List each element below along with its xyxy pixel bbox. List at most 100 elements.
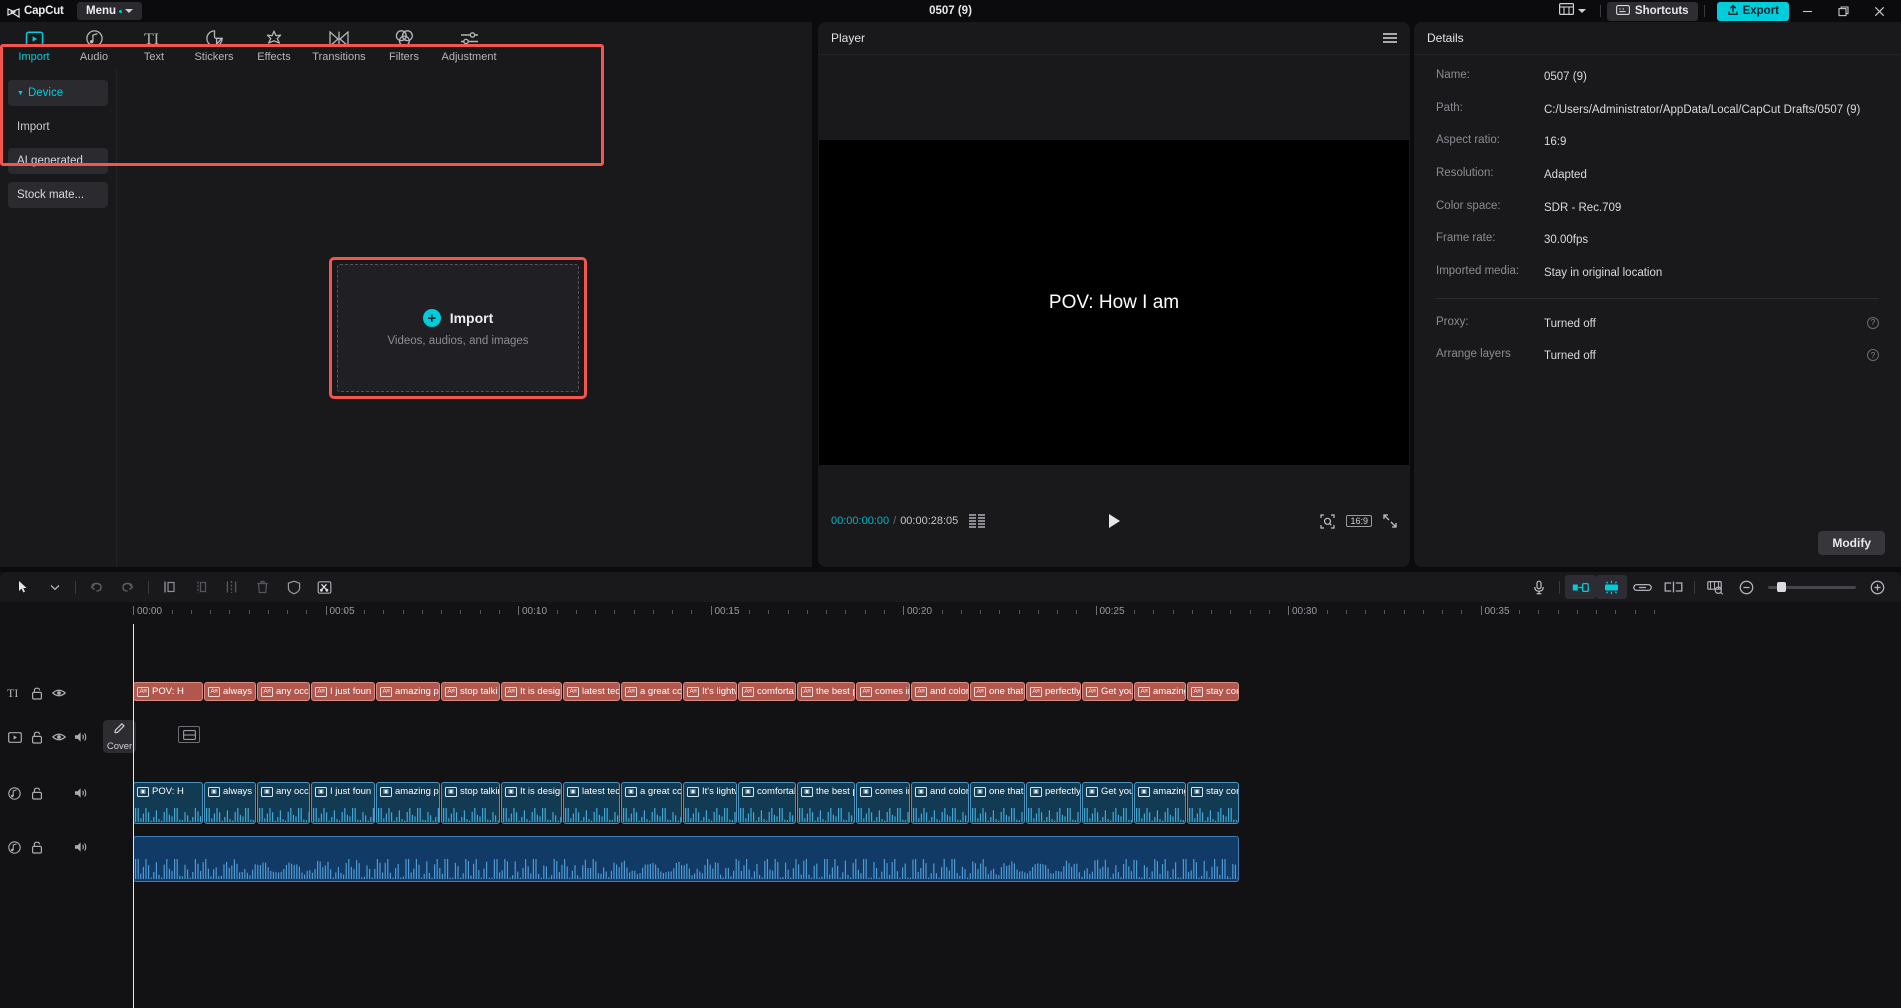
video-clip[interactable]: ▣one that I <box>970 782 1025 824</box>
ruler-minor-tick <box>1076 610 1077 614</box>
volume-icon[interactable] <box>72 839 89 856</box>
sidebar-item-stock-mate[interactable]: Stock mate... <box>8 182 108 208</box>
text-clip[interactable]: A≡and color <box>911 682 969 701</box>
eye-icon[interactable] <box>50 729 67 746</box>
volume-icon[interactable] <box>72 785 89 802</box>
modify-button[interactable]: Modify <box>1818 531 1885 555</box>
text-clip[interactable]: A≡POV: H <box>133 682 203 701</box>
text-clip[interactable]: A≡one that <box>970 682 1025 701</box>
text-clip[interactable]: A≡a great co <box>621 682 682 701</box>
microphone-icon[interactable] <box>1523 575 1554 599</box>
text-clip[interactable]: A≡stay com <box>1187 682 1239 701</box>
import-dropzone[interactable]: + Import Videos, audios, and images <box>337 264 579 392</box>
hamburger-icon[interactable] <box>1383 33 1397 43</box>
tab-adjustment[interactable]: Adjustment <box>434 23 504 69</box>
delete-icon[interactable] <box>247 575 278 599</box>
text-clip[interactable]: A≡comes in <box>856 682 910 701</box>
menu-button[interactable]: Menu <box>77 2 142 20</box>
tab-import[interactable]: Import <box>4 23 64 69</box>
video-canvas[interactable]: POV: How I am <box>819 140 1409 465</box>
text-clip[interactable]: A≡the best p <box>797 682 855 701</box>
detach-audio-icon[interactable] <box>309 575 340 599</box>
export-button[interactable]: Export <box>1717 2 1789 21</box>
text-clip[interactable]: A≡amazing <box>1134 682 1186 701</box>
tab-stickers[interactable]: Stickers <box>184 23 244 69</box>
playhead[interactable] <box>133 624 134 1008</box>
tab-filters[interactable]: Filters <box>374 23 434 69</box>
volume-icon[interactable] <box>72 729 89 746</box>
video-clip[interactable]: ▣comfortal <box>738 782 796 824</box>
help-icon[interactable]: ? <box>1867 317 1879 329</box>
layout-switch-button[interactable] <box>1551 2 1594 20</box>
tab-audio[interactable]: Audio <box>64 23 124 69</box>
text-clip[interactable]: A≡any occ <box>257 682 310 701</box>
video-clip[interactable]: ▣a great co <box>621 782 682 824</box>
tab-transitions[interactable]: Transitions <box>304 23 374 69</box>
text-clip[interactable]: A≡stop talki <box>441 682 500 701</box>
cover-button[interactable]: Cover <box>103 720 136 753</box>
sidebar-item-ai-generated[interactable]: AI generated <box>8 148 108 174</box>
lock-icon[interactable] <box>28 785 45 802</box>
trim-left-icon[interactable] <box>154 575 185 599</box>
split-icon[interactable] <box>216 575 247 599</box>
video-clip[interactable]: ▣and color <box>911 782 969 824</box>
video-clip[interactable]: ▣always <box>204 782 256 824</box>
sidebar-item-import[interactable]: Import <box>8 114 108 140</box>
video-clip[interactable]: ▣stop talkin <box>441 782 500 824</box>
video-clip[interactable]: ▣It's lightw <box>683 782 737 824</box>
eye-icon[interactable] <box>50 685 67 702</box>
undo-icon[interactable] <box>81 575 112 599</box>
preview-render-icon[interactable] <box>1700 575 1731 599</box>
zoom-in-icon[interactable] <box>1862 575 1893 599</box>
tab-effects[interactable]: Effects <box>244 23 304 69</box>
zoom-slider-handle[interactable] <box>1777 582 1786 592</box>
text-clip[interactable]: A≡latest tec <box>563 682 620 701</box>
minimize-button[interactable] <box>1789 0 1825 22</box>
close-button[interactable] <box>1861 0 1897 22</box>
video-clip[interactable]: ▣Get you <box>1082 782 1133 824</box>
lock-icon[interactable] <box>28 729 45 746</box>
timeline-ruler[interactable]: 00:0000:0500:1000:1500:2000:2500:3000:35 <box>0 602 1901 624</box>
text-clip[interactable]: A≡always <box>204 682 256 701</box>
split-marker-icon[interactable] <box>1658 575 1689 599</box>
snap-clip-icon[interactable] <box>1565 575 1596 599</box>
text-clip[interactable]: A≡Get you <box>1082 682 1133 701</box>
help-icon[interactable]: ? <box>1867 349 1879 361</box>
shortcuts-button[interactable]: Shortcuts <box>1607 2 1698 21</box>
select-tool-icon[interactable] <box>8 575 39 599</box>
video-clip[interactable]: ▣any occ <box>257 782 310 824</box>
tab-text[interactable]: TIText <box>124 23 184 69</box>
video-clip[interactable]: ▣It is design <box>501 782 562 824</box>
text-clip[interactable]: A≡comforta <box>738 682 796 701</box>
mask-icon[interactable] <box>278 575 309 599</box>
video-clip[interactable]: ▣the best p <box>797 782 855 824</box>
lock-icon[interactable] <box>28 685 45 702</box>
text-clip[interactable]: A≡It is desig <box>501 682 562 701</box>
video-clip[interactable]: ▣stay com <box>1187 782 1239 824</box>
audio-clip[interactable] <box>133 836 1239 882</box>
video-clip[interactable]: ▣perfectly. <box>1026 782 1081 824</box>
redo-icon[interactable] <box>112 575 143 599</box>
text-clip[interactable]: A≡amazing p <box>376 682 440 701</box>
text-clip[interactable]: A≡perfectly. <box>1026 682 1081 701</box>
video-clip[interactable]: ▣I just foun <box>311 782 375 824</box>
video-clip[interactable]: ▣POV: H <box>133 782 203 824</box>
video-clip[interactable]: ▣amazing <box>1134 782 1186 824</box>
video-clip[interactable]: ▣latest tech <box>563 782 620 824</box>
tool-dropdown-icon[interactable] <box>39 575 70 599</box>
play-button[interactable] <box>818 514 1410 528</box>
zoom-slider[interactable] <box>1768 586 1856 589</box>
maximize-button[interactable] <box>1825 0 1861 22</box>
trim-right-icon[interactable] <box>185 575 216 599</box>
media-segment-marker[interactable] <box>178 726 200 743</box>
text-clip[interactable]: A≡It's lightw <box>683 682 737 701</box>
link-icon[interactable] <box>1627 575 1658 599</box>
auto-snap-icon[interactable] <box>1596 575 1627 599</box>
video-clip-label: one that I <box>989 786 1024 797</box>
video-clip[interactable]: ▣comes in <box>856 782 910 824</box>
video-clip[interactable]: ▣amazing p <box>376 782 440 824</box>
sidebar-item-device[interactable]: ▼Device <box>8 80 108 106</box>
zoom-out-icon[interactable] <box>1731 575 1762 599</box>
text-clip[interactable]: A≡I just foun <box>311 682 375 701</box>
lock-icon[interactable] <box>28 839 45 856</box>
